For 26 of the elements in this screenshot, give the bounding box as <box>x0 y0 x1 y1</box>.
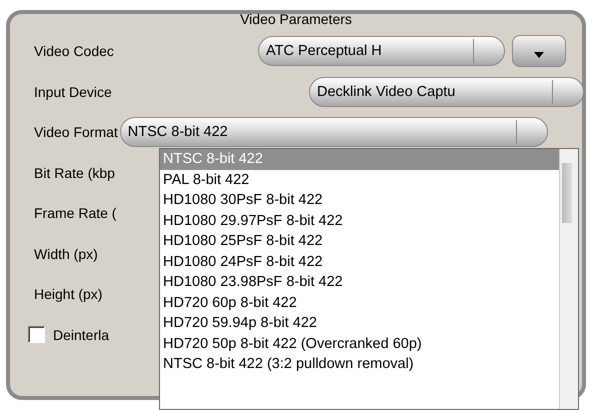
checkbox-label: Deinterla <box>53 326 110 343</box>
field-label: Width (px) <box>34 246 98 262</box>
dropdown-button[interactable] <box>512 35 566 68</box>
field-label: Input Device <box>34 84 112 100</box>
list-option[interactable]: HD1080 29.97PsF 8-bit 422 <box>160 210 559 231</box>
checkbox[interactable] <box>28 326 45 344</box>
list-option[interactable]: HD1080 23.98PsF 8-bit 422 <box>160 272 559 292</box>
field-label: Frame Rate ( <box>34 205 116 222</box>
list-option[interactable]: HD1080 30PsF 8-bit 422 <box>160 190 559 210</box>
list-option[interactable]: HD720 59.94p 8-bit 422 <box>160 313 559 334</box>
list-option[interactable]: NTSC 8-bit 422 (3:2 pulldown removal) <box>160 354 559 374</box>
list-option[interactable]: HD720 60p 8-bit 422 <box>160 292 559 313</box>
list-option[interactable]: HD720 50p 8-bit 422 (Overcranked 60p) <box>160 334 559 354</box>
caret-icon <box>534 52 544 58</box>
field-label: Video Format <box>34 124 118 140</box>
list-option[interactable]: HD1080 24PsF 8-bit 422 <box>160 252 559 272</box>
group-title: Video Parameters <box>239 12 353 29</box>
list-option[interactable]: HD1080 25PsF 8-bit 422 <box>160 231 559 252</box>
dropdown-field[interactable]: ATC Perceptual H <box>258 36 505 66</box>
field-label: Bit Rate (kbp <box>34 164 115 181</box>
dropdown-field[interactable]: NTSC 8-bit 422 <box>120 117 548 148</box>
field-label: Height (px) <box>34 286 102 302</box>
scrollbar[interactable] <box>559 149 578 409</box>
field-label: Video Codec <box>34 43 114 60</box>
dropdown-field[interactable]: Decklink Video Captu <box>309 76 584 107</box>
list-option[interactable]: PAL 8-bit 422 <box>160 170 559 190</box>
